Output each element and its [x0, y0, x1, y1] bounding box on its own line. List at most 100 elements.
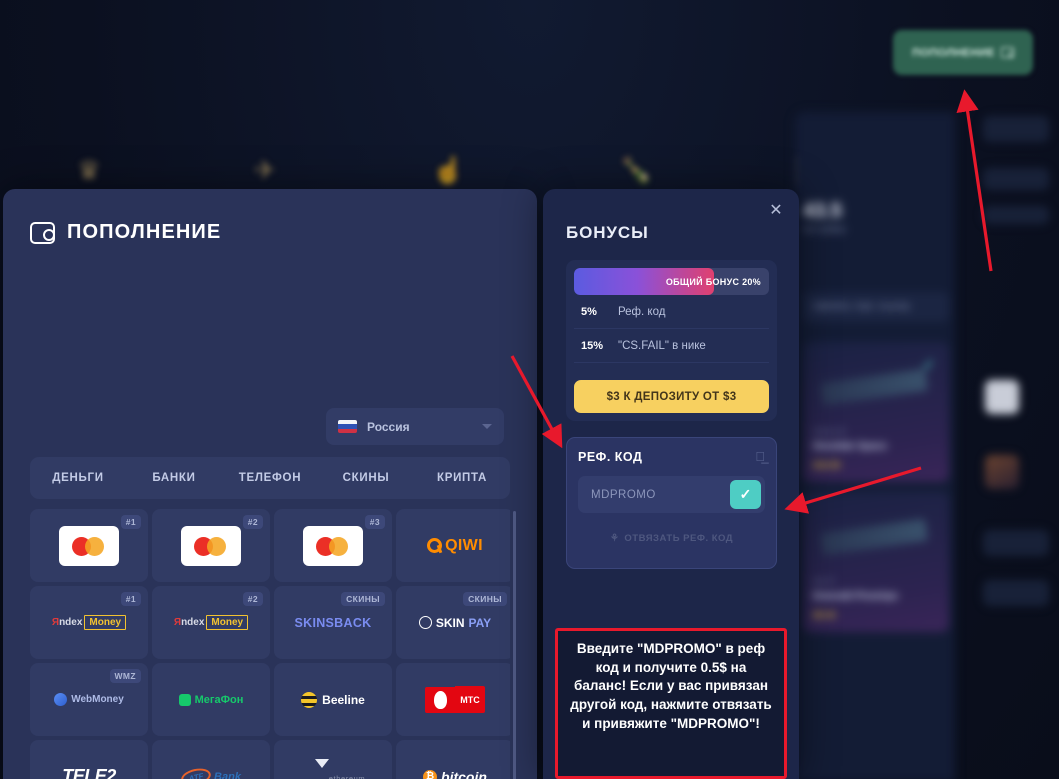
badge: #2: [242, 592, 263, 606]
payment-method-qiwi[interactable]: QIWI: [396, 509, 510, 582]
background-card-price: $16.96: [813, 460, 841, 470]
background-skin-card: AK-47 Emerald Pinstripe $9.44: [803, 492, 949, 632]
app-screen: ♛ ✈ ☝ 🍾 🖼 43.5 на сумму сменить торг. сс…: [0, 0, 1059, 779]
atfbank-icon: ATF Bank: [179, 765, 241, 779]
qiwi-icon: QIWI: [427, 537, 483, 555]
badge: СКИНЫ: [341, 592, 385, 606]
payment-method-mastercard-3[interactable]: #3: [274, 509, 392, 582]
badge: #1: [120, 515, 141, 529]
deposit-modal: ПОПОЛНЕНИЕ Россия ДЕНЬГИ БАНКИ ТЕЛЕФОН С…: [3, 189, 537, 779]
background-far-right-column: [975, 110, 1059, 779]
mastercard-icon: [59, 525, 119, 566]
methods-scrollbar[interactable]: [513, 511, 516, 779]
payment-method-yandex-money-1[interactable]: #1 Яndex Money: [30, 586, 148, 659]
background-card-name: Emerald Pinstripe: [813, 591, 899, 602]
country-select[interactable]: Россия: [326, 408, 504, 445]
payment-method-yandex-money-2[interactable]: #2 Яndex Money: [152, 586, 270, 659]
ref-code-card: РЕФ. КОД 👁̲ MDPROMO ✓ ⚘ ОТВЯЗАТЬ РЕФ. КО…: [566, 437, 777, 569]
eye-off-icon[interactable]: 👁̲: [755, 449, 765, 464]
payment-method-skinsback[interactable]: СКИНЫ SKINSBACK: [274, 586, 392, 659]
bitcoin-icon: ₿ bitcoin: [423, 769, 487, 779]
ref-code-header: РЕФ. КОД 👁̲: [578, 449, 765, 464]
background-balance-sub: на сумму: [803, 224, 846, 235]
top-deposit-button-label: ПОПОЛНЕНИЕ: [912, 46, 995, 59]
megafon-icon: МегаФон: [178, 693, 243, 706]
ref-code-confirm-button[interactable]: ✓: [730, 480, 761, 509]
background-balance: 43.5: [803, 200, 842, 222]
payment-method-megafon[interactable]: МегаФон: [152, 663, 270, 736]
ref-code-input[interactable]: MDPROMO: [578, 489, 730, 501]
annotation-note: Введите "MDPROMO" в реф код и получите 0…: [555, 628, 787, 779]
tab-kripta[interactable]: КРИПТА: [414, 472, 510, 484]
deposit-bonus-button[interactable]: $3 К ДЕПОЗИТУ ОТ $3: [574, 380, 769, 413]
payment-method-skinpay[interactable]: СКИНЫ SKIN PAY: [396, 586, 510, 659]
page-title: ПОПОЛНЕНИЕ: [67, 221, 222, 243]
background-card-name: Desolate Space: [813, 441, 887, 452]
mastercard-icon: [181, 525, 241, 566]
tab-telefon[interactable]: ТЕЛЕФОН: [222, 472, 318, 484]
badge: СКИНЫ: [463, 592, 507, 606]
background-skin-card: ✓ Glock-18 Desolate Space $16.96: [803, 342, 949, 482]
bonus-name: "CS.FAIL" в нике: [618, 339, 706, 352]
tab-banki[interactable]: БАНКИ: [126, 472, 222, 484]
bonus-name: Реф. код: [618, 305, 666, 318]
payment-method-bitcoin[interactable]: ₿ bitcoin: [396, 740, 510, 779]
total-bonus-progress: ОБЩИЙ БОНУС 20%: [574, 268, 769, 295]
payment-method-beeline[interactable]: Beeline: [274, 663, 392, 736]
wallet-icon: [30, 221, 55, 244]
hand-icon: ☝: [432, 155, 465, 185]
ref-code-title: РЕФ. КОД: [578, 449, 643, 464]
payment-method-mastercard-2[interactable]: #2: [152, 509, 270, 582]
gift-icon: ✈: [254, 155, 276, 185]
payment-method-mts[interactable]: МТС: [396, 663, 510, 736]
tab-dengi[interactable]: ДЕНЬГИ: [30, 472, 126, 484]
background-right-panel: 43.5 на сумму сменить торг. ссылку ✓ Glo…: [795, 112, 955, 779]
unlink-ref-code-label: ОТВЯЗАТЬ РЕФ. КОД: [624, 532, 734, 544]
bonus-percent: 5%: [581, 305, 597, 318]
skinsback-icon: SKINSBACK: [294, 615, 372, 630]
background-card-price: $9.44: [813, 610, 836, 620]
tab-skiny[interactable]: СКИНЫ: [318, 472, 414, 484]
bonus-row: 5% Реф. код: [574, 295, 769, 329]
deposit-header: ПОПОЛНЕНИЕ: [30, 221, 221, 244]
background-card-series: Glock-18: [813, 427, 846, 436]
tele2-icon: TELE2: [62, 766, 116, 779]
close-icon[interactable]: ✕: [765, 199, 787, 221]
unlink-icon: ⚘: [609, 532, 620, 544]
yandex-money-icon: Яndex Money: [52, 615, 127, 630]
payment-method-webmoney[interactable]: WMZ WebMoney: [30, 663, 148, 736]
mts-icon: МТС: [425, 686, 485, 713]
bottle-icon: 🍾: [620, 155, 653, 185]
chevron-down-icon: [482, 424, 492, 429]
yandex-money-icon: Яndex Money: [174, 615, 249, 630]
payment-method-atfbank[interactable]: ATF Bank: [152, 740, 270, 779]
mastercard-icon: [303, 525, 363, 566]
ethereum-icon: ethereum: [300, 758, 366, 779]
payment-method-tele2[interactable]: TELE2: [30, 740, 148, 779]
top-deposit-button[interactable]: ПОПОЛНЕНИЕ: [893, 30, 1033, 75]
avatar: [985, 380, 1019, 414]
payment-methods-list: #1 #2 #3 QIWI #1 Яndex Money #2 Я ndex M…: [30, 509, 510, 779]
badge: #3: [364, 515, 385, 529]
webmoney-icon: WebMoney: [54, 693, 124, 706]
background-trade-link-chip: сменить торг. ссылку: [803, 292, 949, 322]
badge: #1: [120, 592, 141, 606]
ref-code-input-row: MDPROMO ✓: [578, 476, 765, 513]
beeline-icon: Beeline: [301, 691, 365, 708]
progress-label: ОБЩИЙ БОНУС 20%: [665, 276, 761, 287]
payment-methods-grid: #1 #2 #3 QIWI #1 Яndex Money #2 Я ndex M…: [30, 509, 510, 779]
unlink-ref-code-button[interactable]: ⚘ ОТВЯЗАТЬ РЕФ. КОД: [578, 524, 765, 552]
trophy-icon: ♛: [77, 155, 101, 185]
background-card-series: AK-47: [813, 577, 836, 586]
bonus-summary-card: ОБЩИЙ БОНУС 20% 5% Реф. код 15% "CS.FAIL…: [566, 260, 777, 421]
country-select-label: Россия: [367, 419, 410, 434]
payment-method-mastercard-1[interactable]: #1: [30, 509, 148, 582]
wallet-icon: [1000, 47, 1014, 58]
bonuses-title: БОНУСЫ: [566, 223, 649, 242]
bonus-row: 15% "CS.FAIL" в нике: [574, 329, 769, 363]
avatar: [985, 455, 1019, 489]
badge: #2: [242, 515, 263, 529]
bonus-percent: 15%: [581, 339, 604, 352]
flag-russia-icon: [338, 420, 357, 433]
payment-method-ethereum[interactable]: ethereum: [274, 740, 392, 779]
